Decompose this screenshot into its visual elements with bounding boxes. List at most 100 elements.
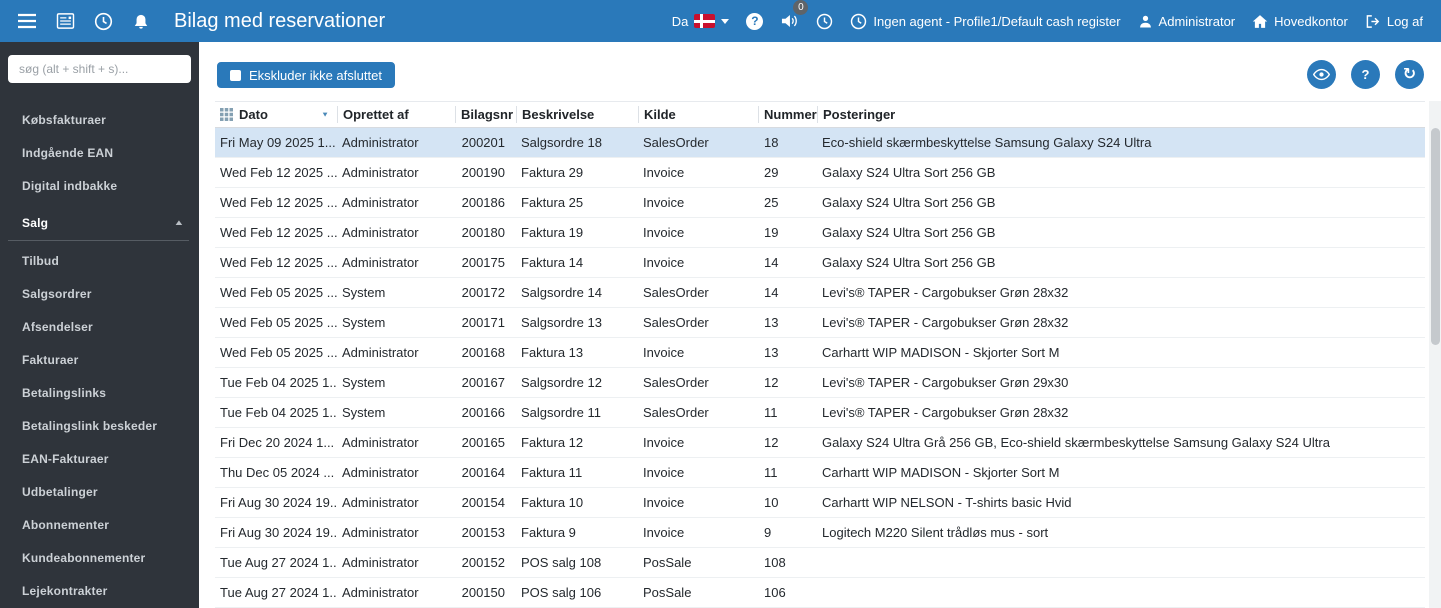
sidebar-item-label: Digital indbakke xyxy=(22,178,118,193)
cell-dato: Thu Dec 05 2024 ... xyxy=(220,465,335,480)
search-input[interactable] xyxy=(8,55,191,83)
cell-oprettet-af: Administrator xyxy=(342,585,419,600)
table-row[interactable]: Fri Dec 20 2024 1... Administrator 200165 F… xyxy=(215,428,1425,458)
table-row[interactable]: Tue Feb 04 2025 1... System 200167 Salgsord… xyxy=(215,368,1425,398)
cell-nummer: 14 xyxy=(764,285,779,300)
sidebar-item-udbetalinger[interactable]: Udbetalinger xyxy=(0,475,199,508)
table-row[interactable]: Tue Aug 27 2024 1... Administrator 200152 P… xyxy=(215,548,1425,578)
sidebar-item-fakturaer[interactable]: Fakturaer xyxy=(0,343,199,376)
cell-dato: Tue Aug 27 2024 1... xyxy=(220,555,337,570)
sidebar-section-salg[interactable]: Salg ▲ xyxy=(8,205,189,241)
cell-beskrivelse: Faktura 25 xyxy=(521,195,584,210)
view-button[interactable] xyxy=(1307,60,1336,89)
table-row[interactable]: Tue Aug 27 2024 1... Administrator 200150 P… xyxy=(215,578,1425,608)
help-round-button[interactable]: ? xyxy=(1351,60,1380,89)
user-label: Administrator xyxy=(1158,13,1236,29)
user-menu[interactable]: Administrator xyxy=(1138,13,1236,29)
cell-bilagsnr: 200152 xyxy=(461,555,505,570)
table-row[interactable]: Thu Dec 05 2024 ... Administrator 200164 Fa… xyxy=(215,458,1425,488)
sort-descending-icon: ▼ xyxy=(321,110,329,119)
table-row[interactable]: Wed Feb 05 2025 ... System 200171 Salgsordr… xyxy=(215,308,1425,338)
scrollbar-thumb[interactable] xyxy=(1430,128,1440,345)
sidebar-item-label: Indgående EAN xyxy=(22,145,114,160)
cell-kilde: SalesOrder xyxy=(643,285,709,300)
exclude-unfinished-button[interactable]: Ekskluder ikke afsluttet xyxy=(217,62,395,88)
location-menu[interactable]: Hovedkontor xyxy=(1252,14,1348,29)
language-label: Da xyxy=(671,13,689,29)
cell-dato: Wed Feb 12 2025 ... xyxy=(220,225,337,240)
question-icon: ? xyxy=(1361,67,1370,82)
cell-posteringer: Carhartt WIP MADISON - Skjorter Sort M xyxy=(822,345,1060,360)
cell-oprettet-af: Administrator xyxy=(342,195,419,210)
sidebar-item-abonnementer[interactable]: Abonnementer xyxy=(0,508,199,541)
table-row[interactable]: Wed Feb 12 2025 ... Administrator 200190 Fa… xyxy=(215,158,1425,188)
logout-button[interactable]: Log af xyxy=(1365,14,1423,29)
logout-label: Log af xyxy=(1386,13,1423,29)
cell-nummer: 25 xyxy=(764,195,779,210)
sidebar-item-kundeabonnementer[interactable]: Kundeabonnementer xyxy=(0,541,199,574)
agent-selector[interactable]: Ingen agent - Profile1/Default cash regi… xyxy=(850,13,1121,30)
column-label-kilde: Kilde xyxy=(644,107,676,122)
cell-beskrivelse: Faktura 12 xyxy=(521,435,584,450)
cell-bilagsnr: 200171 xyxy=(461,315,505,330)
sidebar-item-label: EAN-Fakturaer xyxy=(22,451,109,466)
vertical-scrollbar[interactable] xyxy=(1429,101,1441,608)
sidebar: Købsfakturaer Indgående EAN Digital indbak… xyxy=(0,42,199,608)
sidebar-item-betalingslink-beskeder[interactable]: Betalingslink beskeder xyxy=(0,409,199,442)
column-header-dato[interactable]: Dato ▼ xyxy=(215,106,337,123)
time-button[interactable] xyxy=(84,0,122,42)
column-header-bilagsnr[interactable]: Bilagsnr xyxy=(455,106,516,123)
table-row[interactable]: Wed Feb 12 2025 ... Administrator 200180 Fa… xyxy=(215,218,1425,248)
table-row[interactable]: Fri Aug 30 2024 19... Administrator 200154… xyxy=(215,488,1425,518)
sidebar-item-lejekontrakter[interactable]: Lejekontrakter xyxy=(0,574,199,607)
cell-beskrivelse: Salgsordre 14 xyxy=(521,285,602,300)
notifications-button[interactable] xyxy=(122,0,160,42)
sidebar-item-label: Salg xyxy=(22,215,49,230)
cell-beskrivelse: Faktura 10 xyxy=(521,495,584,510)
speaker-icon xyxy=(782,15,798,27)
help-button[interactable]: ? xyxy=(746,12,764,30)
column-header-oprettet-af[interactable]: Oprettet af xyxy=(337,106,455,123)
sound-button[interactable]: 0 xyxy=(780,0,809,29)
sidebar-item-afsendelser[interactable]: Afsendelser xyxy=(0,310,199,343)
cell-kilde: Invoice xyxy=(643,435,685,450)
cell-kilde: Invoice xyxy=(643,225,685,240)
cell-nummer: 19 xyxy=(764,225,779,240)
cell-posteringer: Eco-shield skærmbeskyttelse Samsung Gala… xyxy=(822,135,1152,150)
table-row[interactable]: Fri Aug 30 2024 19... Administrator 200153… xyxy=(215,518,1425,548)
table-row[interactable]: Wed Feb 12 2025 ... Administrator 200175 Fa… xyxy=(215,248,1425,278)
sidebar-item-k-bsfakturaer[interactable]: Købsfakturaer xyxy=(0,103,199,136)
table-row[interactable]: Fri May 09 2025 1... Administrator 200201 S… xyxy=(215,128,1425,158)
refresh-button[interactable]: ↻ xyxy=(1395,60,1424,89)
language-selector[interactable]: Da xyxy=(672,14,730,29)
cell-bilagsnr: 200154 xyxy=(461,495,505,510)
sidebar-item-ean-fakturaer[interactable]: EAN-Fakturaer xyxy=(0,442,199,475)
column-header-posteringer[interactable]: Posteringer xyxy=(817,106,1425,123)
cell-nummer: 12 xyxy=(764,375,779,390)
column-header-kilde[interactable]: Kilde xyxy=(638,106,758,123)
table-row[interactable]: Wed Feb 05 2025 ... System 200172 Salgsordr… xyxy=(215,278,1425,308)
history-button[interactable] xyxy=(816,13,833,30)
table-row[interactable]: Tue Feb 04 2025 1... System 200166 Salgsord… xyxy=(215,398,1425,428)
cell-dato: Tue Feb 04 2025 1... xyxy=(220,375,337,390)
table-row[interactable]: Wed Feb 12 2025 ... Administrator 200186 Fa… xyxy=(215,188,1425,218)
cell-dato: Fri Aug 30 2024 19... xyxy=(220,495,337,510)
sidebar-item-label: Betalingslink beskeder xyxy=(22,418,158,433)
sidebar-item-betalingslinks[interactable]: Betalingslinks xyxy=(0,376,199,409)
sidebar-item-salgsordrer[interactable]: Salgsordrer xyxy=(0,277,199,310)
report-icon xyxy=(56,13,74,29)
menu-button[interactable] xyxy=(8,0,46,42)
sidebar-item-tilbud[interactable]: Tilbud xyxy=(0,244,199,277)
table-row[interactable]: Wed Feb 05 2025 ... Administrator 200168 Fa… xyxy=(215,338,1425,368)
sidebar-item-indg-ende-ean[interactable]: Indgående EAN xyxy=(0,136,199,169)
chevron-down-icon xyxy=(721,18,730,24)
notification-badge: 0 xyxy=(793,0,809,15)
column-header-beskrivelse[interactable]: Beskrivelse xyxy=(516,106,638,123)
cell-beskrivelse: POS salg 106 xyxy=(521,585,602,600)
user-icon xyxy=(1139,15,1151,27)
sidebar-item-digital-indbakke[interactable]: Digital indbakke xyxy=(0,169,199,202)
agent-label: Ingen agent - Profile1/Default cash regi… xyxy=(873,13,1121,29)
report-button[interactable] xyxy=(46,0,84,42)
exclude-button-label: Ekskluder ikke afsluttet xyxy=(249,67,382,83)
column-header-nummer[interactable]: Nummer xyxy=(758,106,817,123)
